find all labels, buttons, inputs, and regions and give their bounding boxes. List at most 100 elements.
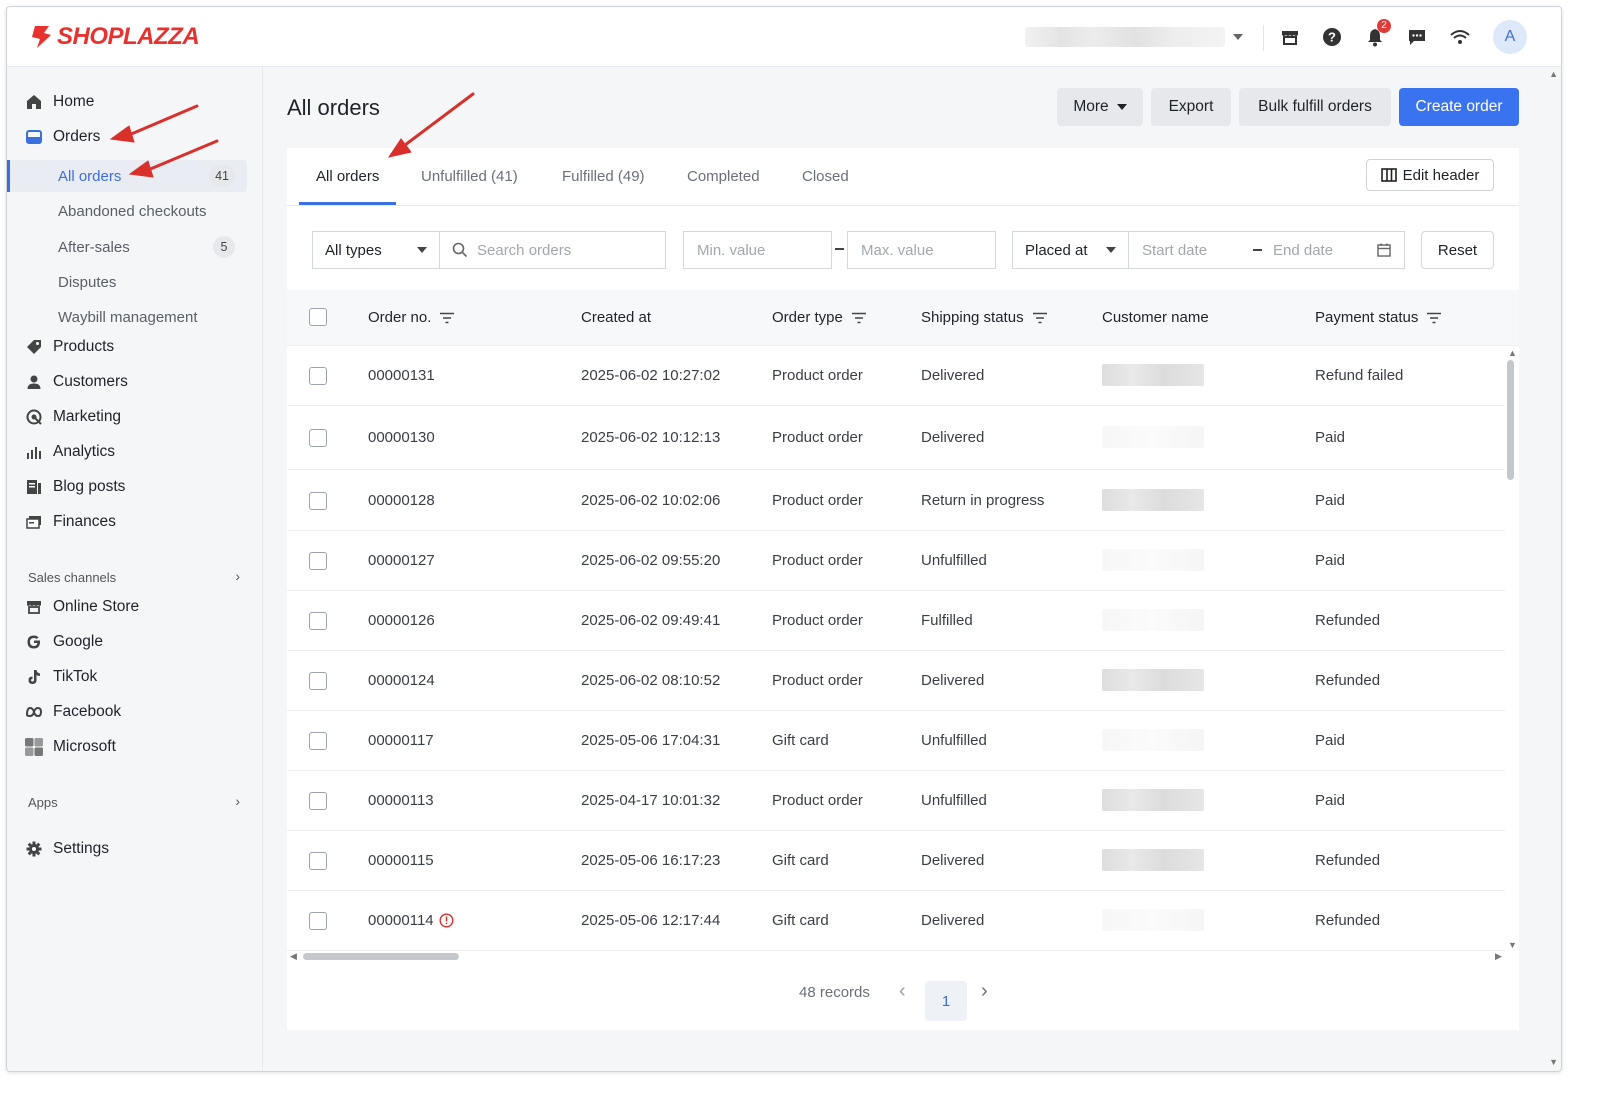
sidebar-item-home[interactable]: Home [25, 87, 94, 117]
order-number[interactable]: 00000114 [368, 912, 454, 929]
table-row[interactable]: 00000131 2025-06-02 10:27:02 Product order… [287, 346, 1505, 406]
sidebar-item-blog-posts[interactable]: Blog posts [25, 472, 125, 502]
scroll-down-icon[interactable]: ▼ [1508, 940, 1517, 950]
order-type-select[interactable]: All types [312, 231, 440, 269]
chevron-down-icon [1106, 247, 1116, 253]
sidebar-item-marketing[interactable]: Marketing [25, 402, 121, 432]
row-checkbox[interactable] [309, 912, 327, 930]
order-number[interactable]: 00000127 [368, 552, 435, 569]
row-checkbox[interactable] [309, 492, 327, 510]
order-number[interactable]: 00000131 [368, 367, 435, 384]
vertical-scrollbar[interactable] [1507, 360, 1514, 480]
scroll-up-icon[interactable]: ▲ [1508, 348, 1517, 358]
horizontal-scrollbar[interactable] [303, 953, 459, 960]
table-row[interactable]: 00000117 2025-05-06 17:04:31 Gift card Unfu… [287, 711, 1505, 771]
filter-icon[interactable] [1426, 312, 1442, 324]
row-checkbox[interactable] [309, 367, 327, 385]
min-value-input[interactable]: Min. value [683, 231, 832, 269]
sidebar-item-microsoft[interactable]: Microsoft [25, 732, 116, 762]
table-row[interactable]: 00000114 2025-05-06 12:17:44 Gift card Deli… [287, 891, 1505, 951]
max-value-input[interactable]: Max. value [847, 231, 996, 269]
sidebar-item-settings[interactable]: Settings [25, 834, 109, 864]
help-icon[interactable]: ? [1320, 25, 1344, 49]
order-number[interactable]: 00000130 [368, 429, 435, 446]
table-row[interactable]: 00000126 2025-06-02 09:49:41 Product order… [287, 591, 1505, 651]
sidebar-item-products[interactable]: Products [25, 332, 114, 362]
bell-icon[interactable]: 2 [1363, 19, 1391, 49]
edit-header-button[interactable]: Edit header [1366, 159, 1494, 191]
export-button[interactable]: Export [1151, 88, 1231, 126]
sidebar-subitem-after-sales[interactable]: After-sales 5 [9, 231, 247, 263]
table-row[interactable]: 00000127 2025-06-02 09:55:20 Product order… [287, 531, 1505, 591]
payment-status: Refunded [1315, 612, 1381, 629]
chat-icon[interactable] [1405, 25, 1429, 49]
select-all-checkbox[interactable] [309, 308, 327, 326]
row-checkbox[interactable] [309, 792, 327, 810]
sidebar-subitem-all-orders[interactable]: All orders 41 [7, 160, 247, 192]
sidebar-item-google[interactable]: Google [25, 627, 103, 657]
more-button[interactable]: More [1057, 88, 1143, 126]
tab-fulfilled[interactable]: Fulfilled (49) [562, 168, 645, 185]
date-range-picker[interactable]: Start date End date [1128, 231, 1405, 269]
create-order-button[interactable]: Create order [1399, 88, 1519, 126]
page-number-1[interactable]: 1 [925, 981, 967, 1021]
tab-closed[interactable]: Closed [802, 168, 849, 185]
row-checkbox[interactable] [309, 429, 327, 447]
scroll-right-icon[interactable]: ▶ [1495, 951, 1502, 962]
wifi-icon[interactable] [1448, 25, 1472, 49]
shipping-status: Unfulfilled [921, 552, 987, 569]
filter-icon[interactable] [439, 312, 455, 324]
store-icon[interactable] [1278, 25, 1302, 49]
prev-page-icon[interactable]: ‹ [899, 980, 906, 1003]
table-row[interactable]: 00000130 2025-06-02 10:12:13 Product order… [287, 406, 1505, 470]
sidebar-item-facebook[interactable]: Facebook [25, 697, 121, 727]
search-input[interactable]: Search orders [439, 231, 666, 269]
avatar[interactable]: A [1493, 20, 1527, 54]
row-checkbox[interactable] [309, 612, 327, 630]
order-number[interactable]: 00000126 [368, 612, 435, 629]
page-title: All orders [287, 95, 380, 120]
row-checkbox[interactable] [309, 552, 327, 570]
sidebar-item-orders[interactable]: Orders [25, 122, 100, 152]
row-checkbox[interactable] [309, 672, 327, 690]
row-checkbox[interactable] [309, 732, 327, 750]
shoplazza-logo[interactable]: SHOPLAZZA [29, 23, 200, 51]
table-row[interactable]: 00000128 2025-06-02 10:02:06 Product order… [287, 470, 1505, 531]
page-scroll-down-icon[interactable]: ▼ [1549, 1057, 1558, 1067]
sidebar-item-finances[interactable]: Finances [25, 507, 116, 537]
order-type: Product order [772, 792, 863, 809]
tab-unfulfilled[interactable]: Unfulfilled (41) [421, 168, 518, 185]
sidebar-subitem-disputes[interactable]: Disputes [9, 266, 247, 298]
row-checkbox[interactable] [309, 852, 327, 870]
tab-all-orders[interactable]: All orders [316, 168, 379, 185]
chevron-right-icon[interactable]: › [235, 568, 240, 584]
sidebar-item-customers[interactable]: Customers [25, 367, 128, 397]
table-row[interactable]: 00000113 2025-04-17 10:01:32 Product order… [287, 771, 1505, 831]
tab-completed[interactable]: Completed [687, 168, 760, 185]
table-row[interactable]: 00000124 2025-06-02 08:10:52 Product order… [287, 651, 1505, 711]
sidebar-subitem-waybill-management[interactable]: Waybill management [9, 301, 247, 333]
bulk-fulfill-button[interactable]: Bulk fulfill orders [1239, 88, 1391, 126]
sidebar-item-analytics[interactable]: Analytics [25, 437, 115, 467]
filter-icon[interactable] [1032, 312, 1048, 324]
sidebar-subitem-abandoned-checkouts[interactable]: Abandoned checkouts [9, 195, 247, 227]
page-scroll-up-icon[interactable]: ▲ [1549, 69, 1558, 79]
sidebar-item-tiktok[interactable]: TikTok [25, 662, 97, 692]
date-field-select[interactable]: Placed at [1012, 231, 1129, 269]
store-switcher[interactable] [1025, 25, 1245, 49]
filter-icon[interactable] [851, 312, 867, 324]
table-row[interactable]: 00000115 2025-05-06 16:17:23 Gift card Deli… [287, 831, 1505, 891]
chevron-right-icon[interactable]: › [235, 793, 240, 809]
column-label: Shipping status [921, 309, 1024, 326]
home-icon [25, 93, 43, 111]
next-page-icon[interactable]: › [981, 980, 988, 1003]
scroll-left-icon[interactable]: ◀ [290, 951, 297, 962]
checkbox [309, 552, 327, 570]
sidebar-item-online-store[interactable]: Online Store [25, 592, 139, 622]
order-number[interactable]: 00000113 [368, 792, 434, 809]
order-number[interactable]: 00000128 [368, 492, 435, 509]
reset-button[interactable]: Reset [1421, 231, 1494, 269]
order-number[interactable]: 00000115 [368, 852, 434, 869]
order-number[interactable]: 00000124 [368, 672, 435, 689]
order-number[interactable]: 00000117 [368, 732, 434, 749]
